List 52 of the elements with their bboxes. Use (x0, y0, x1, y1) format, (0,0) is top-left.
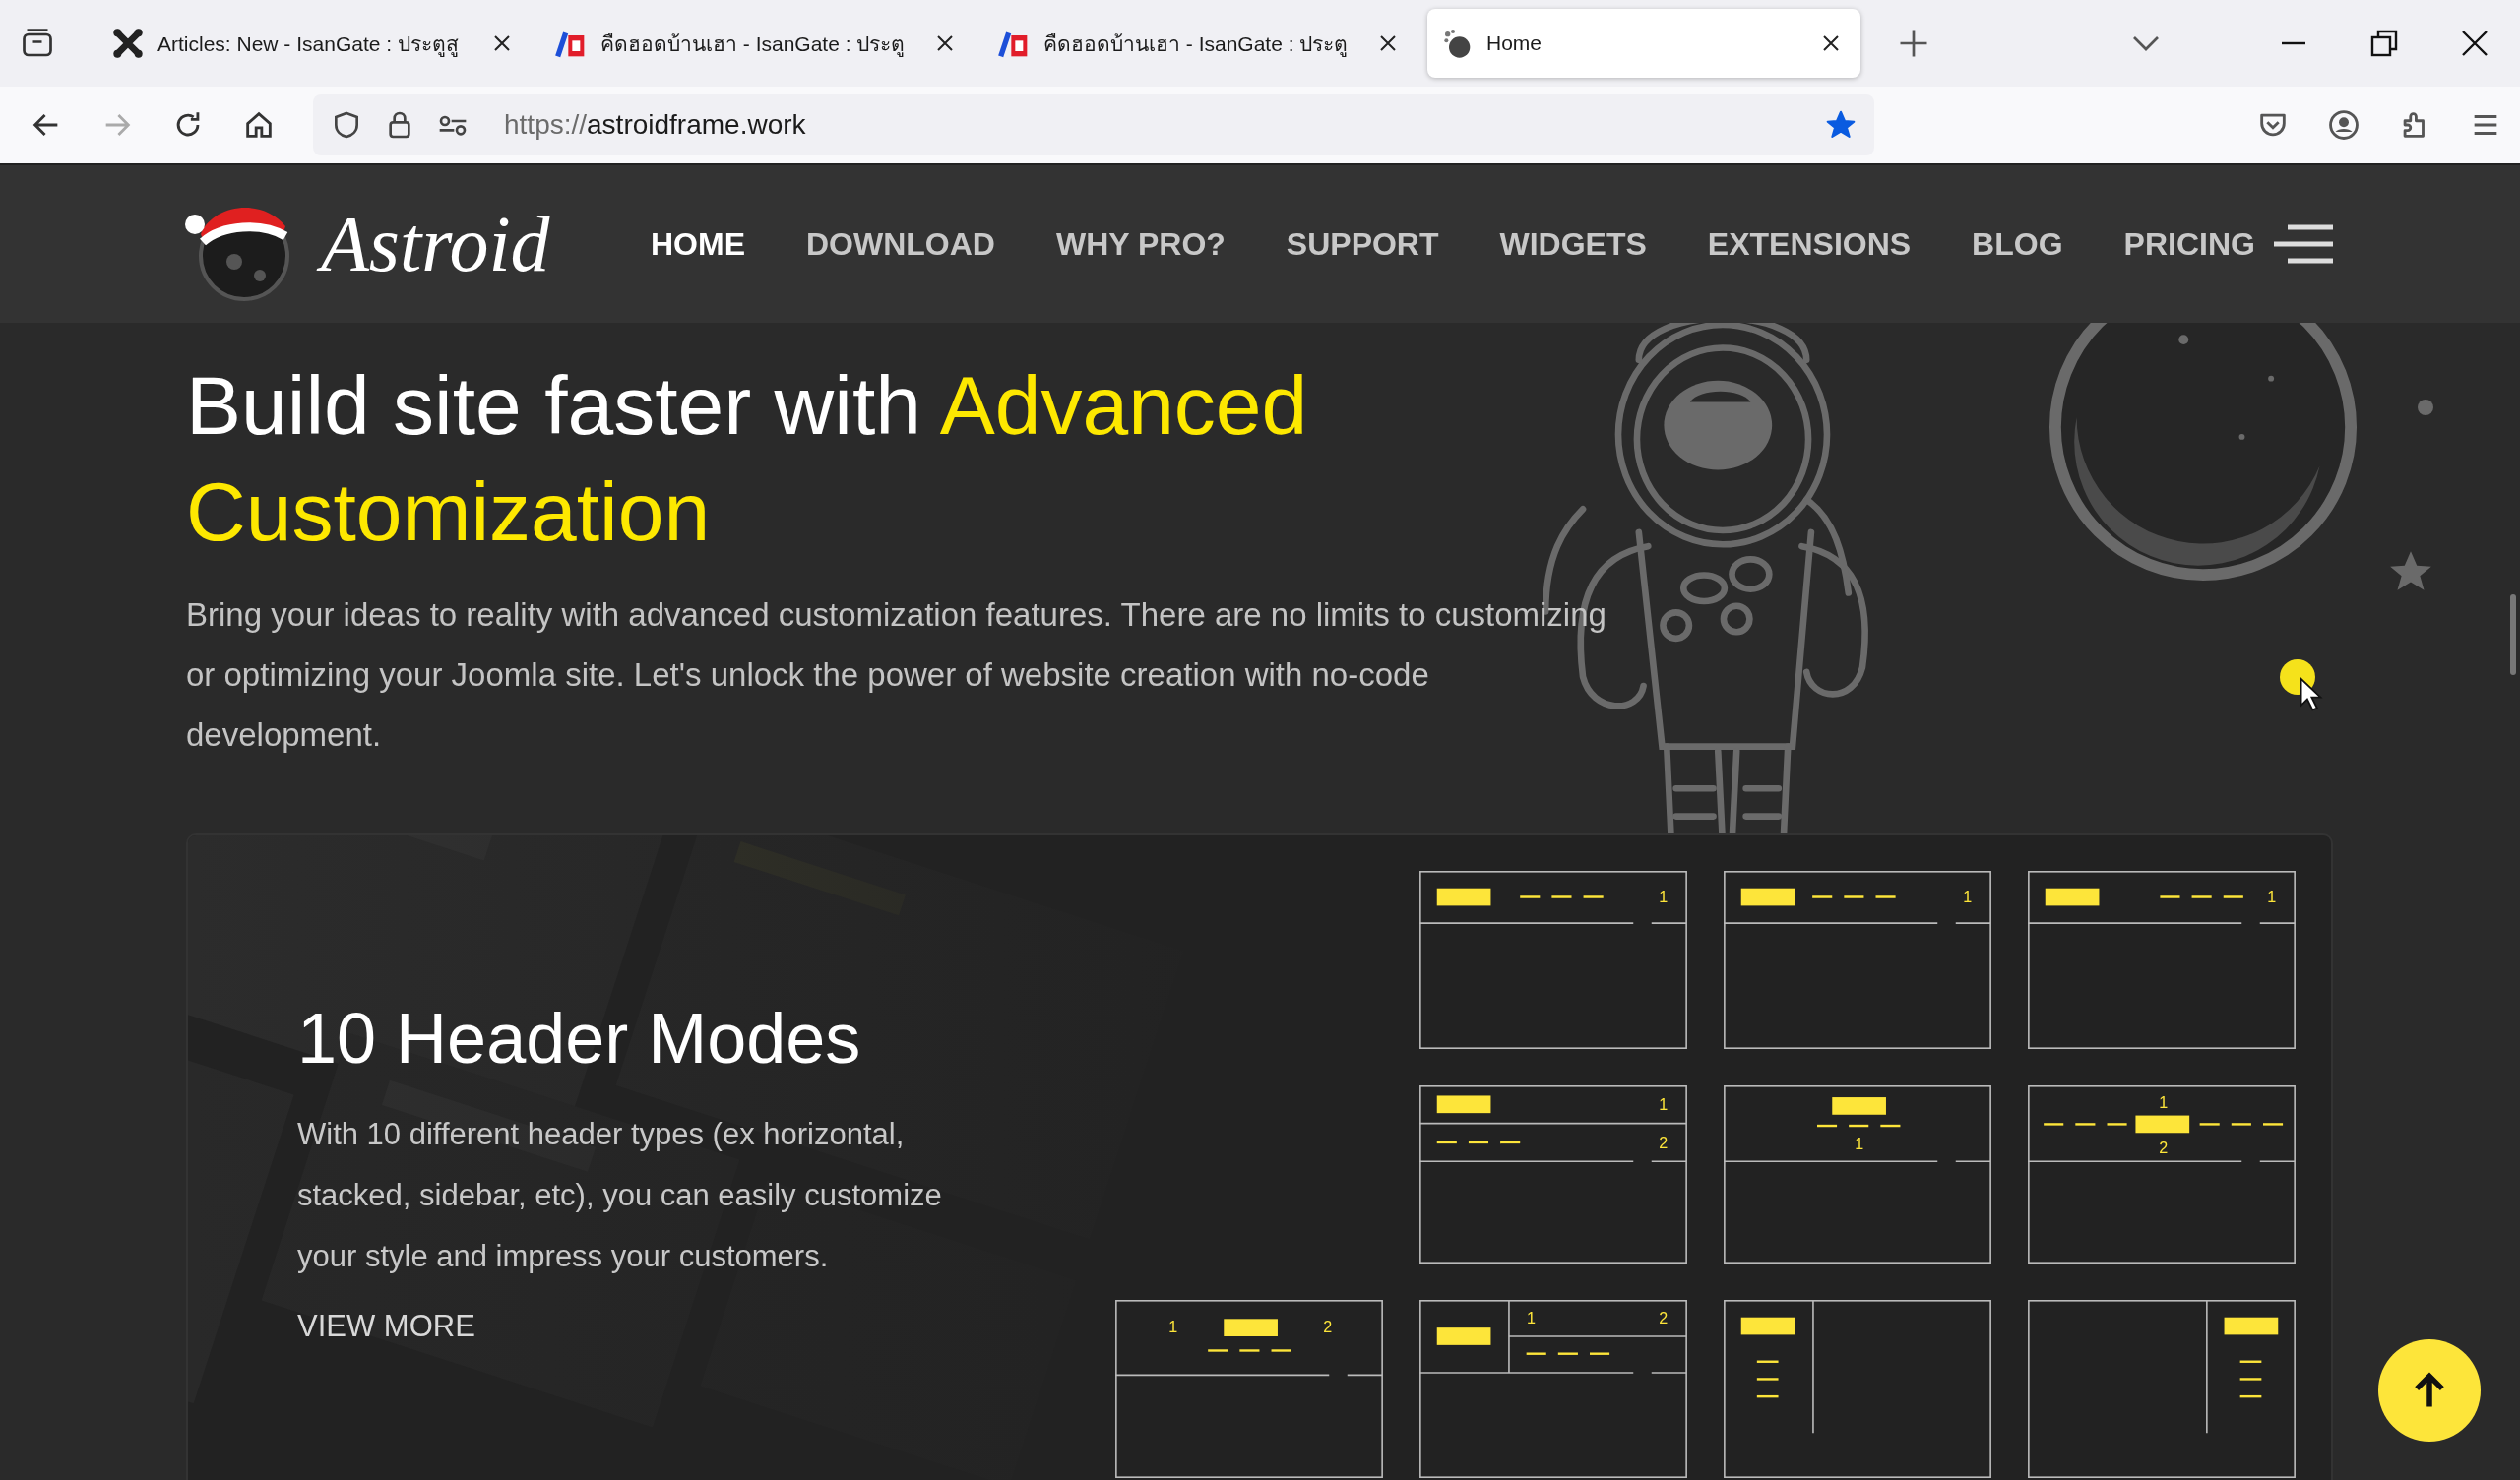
tab-title: คืดฮอดบ้านเฮา - IsanGate : ประตู (600, 31, 907, 59)
region-number: 1 (1659, 888, 1669, 906)
nav-link[interactable]: BLOG (1972, 225, 2063, 263)
header-layout-drawing[interactable]: 1 2 (2028, 1085, 2296, 1264)
region-number: 2 (1659, 1133, 1669, 1151)
feature-text: With 10 different header types (ex horizontal, stacked, sidebar, etc), you can easily customize your style and impress your customers. (297, 1116, 943, 1275)
tab-title: Articles: New - IsanGate : ประตูสู (158, 31, 460, 59)
dot-icon (2418, 400, 2433, 415)
region-number: 1 (2159, 1093, 2169, 1112)
header-layout-drawing[interactable]: 1 2 (1115, 1300, 1383, 1478)
menu-icon[interactable] (2274, 224, 2333, 264)
region-number: 1 (1168, 1318, 1178, 1335)
url-text: https://astroidframe.work (504, 109, 807, 141)
nav-link[interactable]: WHY PRO? (1055, 225, 1226, 263)
browser-tab[interactable]: คืดฮอดบ้านเฮา - IsanGate : ประตู (541, 9, 975, 78)
cross-icon (112, 28, 144, 59)
browser-tab[interactable]: Articles: New - IsanGate : ประตูสู (98, 9, 532, 78)
header-layout-drawing[interactable] (2028, 1300, 2296, 1478)
hero-title: Build site faster with Advanced Customization (186, 358, 1309, 560)
bookmark-star-icon[interactable] (1825, 109, 1857, 141)
nav-link[interactable]: EXTENSIONS (1707, 225, 1912, 263)
header-layout-drawing[interactable]: 1 2 (1419, 1300, 1687, 1478)
tab-title: คืดฮอดบ้านเฮา - IsanGate : ประตู (1043, 31, 1350, 59)
header-layout-drawing[interactable]: 1 (1724, 1085, 1991, 1264)
region-number: 1 (1659, 1094, 1669, 1113)
address-bar[interactable]: https://astroidframe.work (313, 94, 1874, 155)
region-number: 2 (1659, 1309, 1669, 1327)
region-number: 2 (1323, 1318, 1333, 1335)
scrollbar-thumb[interactable] (2510, 594, 2516, 675)
nav-link[interactable]: PRICING (2123, 225, 2255, 263)
region-number: 1 (2267, 888, 2277, 906)
header-layout-drawing[interactable] (1724, 1300, 1991, 1478)
feature-title: 10 Header Modes (297, 998, 862, 1079)
tab-title: Home (1486, 31, 1544, 55)
account-icon[interactable] (2327, 108, 2361, 142)
header-layout-drawing[interactable]: 1 2 (1419, 1085, 1687, 1264)
region-number: 1 (1527, 1309, 1536, 1327)
view-more-link[interactable]: VIEW MORE (297, 1309, 475, 1344)
header-layout-drawing[interactable]: 1 (1724, 871, 1991, 1049)
region-number: 2 (2159, 1139, 2169, 1157)
nav-link[interactable]: DOWNLOAD (806, 225, 995, 263)
nav-link[interactable]: WIDGETS (1499, 225, 1647, 263)
header-layout-drawing[interactable]: 1 (1419, 871, 1687, 1049)
header-layout-drawing[interactable]: 1 (2028, 871, 2296, 1049)
region-number: 1 (1963, 888, 1973, 906)
logo-text[interactable]: Astroid (315, 193, 566, 295)
browser-tab[interactable]: คืดฮอดบ้านเฮา - IsanGate : ประตู (984, 9, 1418, 78)
region-number: 1 (1855, 1135, 1864, 1153)
hero-text: Bring your ideas to reality with advanced customization features. There are no limits to customizing or optimizing your Joomla site. Let's unlock the power of website creation with no-code development. (186, 595, 1607, 755)
browser-tab[interactable]: Home (1427, 9, 1860, 78)
nav-link[interactable]: HOME (651, 225, 745, 263)
nav-link[interactable]: SUPPORT (1286, 225, 1439, 263)
